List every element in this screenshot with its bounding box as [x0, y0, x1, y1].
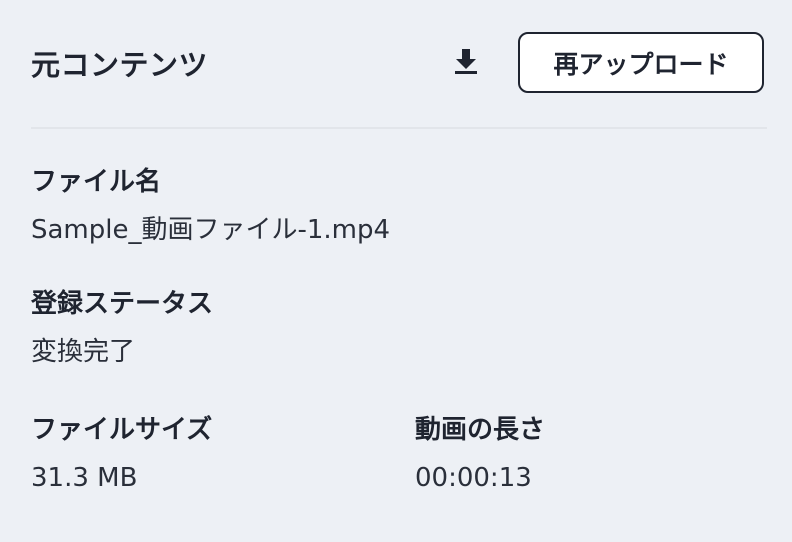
- registration-status-label: 登録ステータス: [31, 289, 214, 319]
- file-name-label: ファイル名: [31, 167, 162, 197]
- registration-status-value: 変換完了: [31, 337, 136, 367]
- file-size-label: ファイルサイズ: [31, 415, 213, 445]
- download-icon: [453, 47, 479, 79]
- panel-header: 元コンテンツ 再アップロード: [31, 30, 767, 96]
- file-size-field: ファイルサイズ 31.3 MB: [31, 413, 212, 495]
- file-name-value: Sample_動画ファイル-1.mp4: [31, 215, 391, 245]
- file-name-field: ファイル名 Sample_動画ファイル-1.mp4: [31, 165, 390, 247]
- reupload-button[interactable]: 再アップロード: [518, 32, 764, 93]
- video-length-value: 00:00:13: [415, 463, 532, 493]
- registration-status-field: 登録ステータス 変換完了: [31, 287, 213, 369]
- video-length-field: 動画の長さ 00:00:13: [415, 413, 545, 495]
- video-length-label: 動画の長さ: [415, 415, 546, 445]
- original-content-panel: 元コンテンツ 再アップロード ファイル名 Sample_動画ファイル-1.mp4…: [0, 0, 792, 542]
- panel-title: 元コンテンツ: [31, 48, 209, 82]
- file-size-value: 31.3 MB: [31, 463, 138, 493]
- download-button[interactable]: [451, 48, 481, 78]
- header-divider: [31, 127, 767, 129]
